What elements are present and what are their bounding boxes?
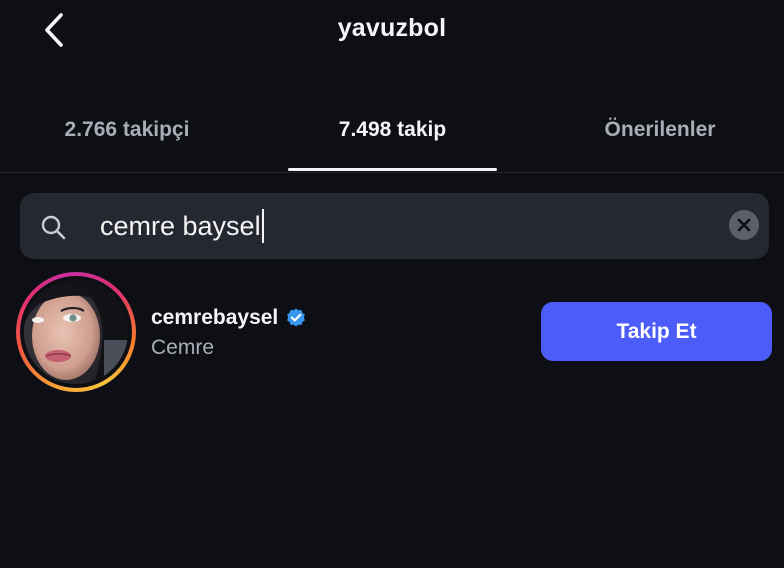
list-item[interactable]: cemrebaysel Cemre Takip Et xyxy=(0,272,784,394)
story-ring[interactable] xyxy=(16,272,136,392)
follow-button[interactable]: Takip Et xyxy=(541,302,772,361)
username-text: cemrebaysel xyxy=(151,306,279,329)
tab-followers-label: 2.766 takipçi xyxy=(64,118,190,141)
page-title: yavuzbol xyxy=(337,14,447,42)
text-caret xyxy=(261,209,264,243)
verified-badge-icon xyxy=(287,308,306,327)
active-tab-indicator xyxy=(288,168,497,171)
result-full-name: Cemre xyxy=(151,336,215,359)
following-screen: yavuzbol 2.766 takipçi 7.498 takip Öneri… xyxy=(0,0,784,568)
avatar xyxy=(24,280,128,384)
result-username[interactable]: cemrebaysel xyxy=(151,306,307,330)
tab-following-label: 7.498 takip xyxy=(338,118,447,141)
tab-suggested-label: Önerilenler xyxy=(604,118,716,141)
search-bar[interactable]: cemre baysel xyxy=(20,193,769,259)
clear-icon xyxy=(737,218,751,232)
clear-search-button[interactable] xyxy=(729,210,759,240)
avatar-photo xyxy=(24,280,128,384)
search-icon xyxy=(41,215,66,240)
tab-followers[interactable]: 2.766 takipçi xyxy=(0,108,254,172)
tab-bar: 2.766 takipçi 7.498 takip Önerilenler xyxy=(0,108,784,173)
header: yavuzbol xyxy=(0,0,784,64)
tab-following[interactable]: 7.498 takip xyxy=(288,108,497,172)
tab-suggested[interactable]: Önerilenler xyxy=(540,108,780,172)
search-input[interactable]: cemre baysel xyxy=(100,205,720,247)
search-input-value: cemre baysel xyxy=(100,210,261,241)
